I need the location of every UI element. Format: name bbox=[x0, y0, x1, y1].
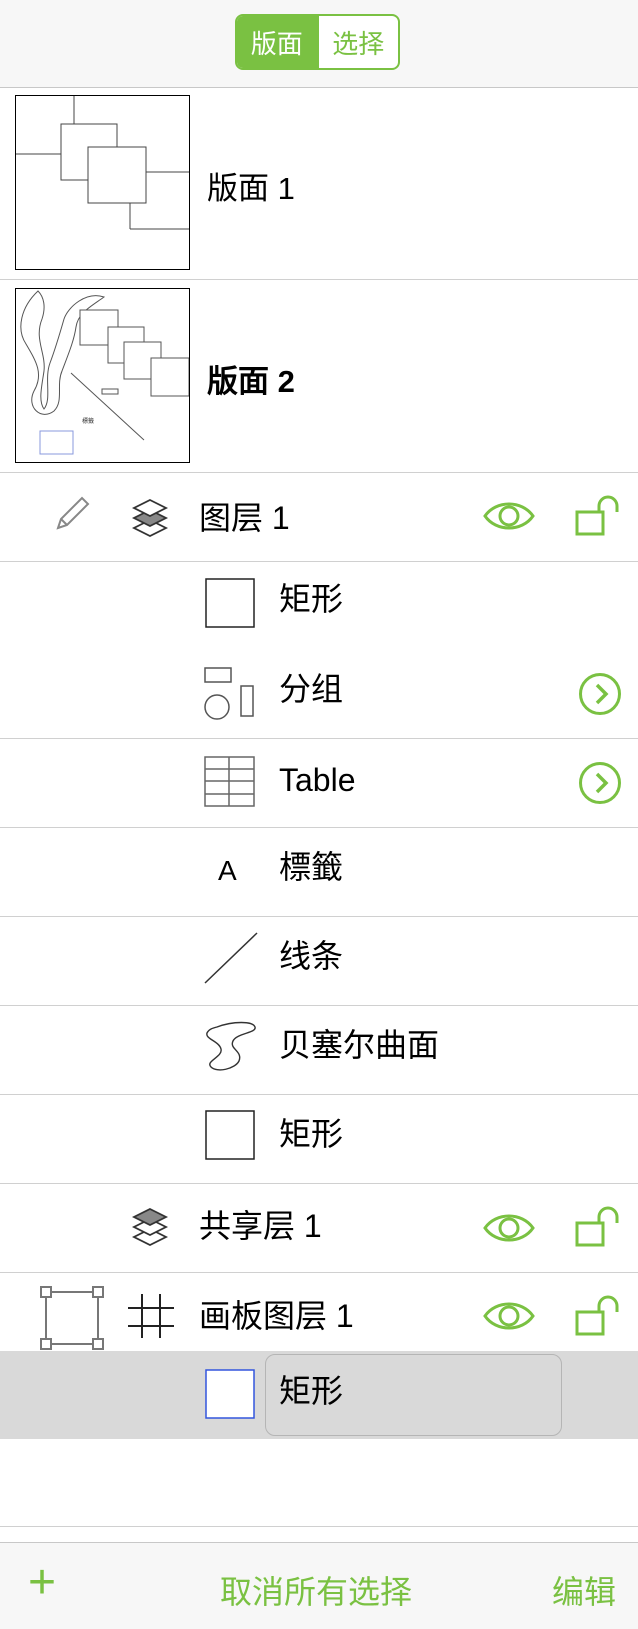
graphic-row-rectangle[interactable]: 矩形 bbox=[0, 1096, 638, 1184]
rectangle-shape-icon bbox=[205, 1110, 255, 1160]
eye-icon[interactable] bbox=[482, 496, 536, 536]
pencil-icon[interactable] bbox=[52, 494, 92, 534]
graphic-label: 標籤 bbox=[279, 849, 344, 885]
thumbnail-label-text: 標籤 bbox=[82, 417, 94, 425]
layer-name: 共享层 1 bbox=[199, 1208, 322, 1244]
layer-name: 图层 1 bbox=[199, 500, 290, 536]
graphic-label: 分组 bbox=[279, 671, 344, 707]
graphic-row-bezier[interactable]: 贝塞尔曲面 bbox=[0, 1007, 638, 1095]
disclosure-chevron-icon[interactable] bbox=[579, 762, 621, 804]
edit-button[interactable]: 编辑 bbox=[552, 1567, 616, 1613]
artboard-layer-row[interactable]: 画板图层 1 bbox=[0, 1274, 638, 1361]
graphic-label: 线条 bbox=[279, 938, 344, 974]
group-shapes-icon bbox=[204, 667, 254, 720]
shared-layer-row[interactable]: 共享层 1 bbox=[0, 1185, 638, 1273]
artboard-icon[interactable] bbox=[40, 1286, 104, 1350]
canvas-row-1[interactable]: 版面 1 bbox=[0, 88, 638, 280]
eye-icon[interactable] bbox=[482, 1296, 536, 1336]
layer-name: 画板图层 1 bbox=[199, 1298, 354, 1334]
graphic-row-table[interactable]: Table bbox=[0, 740, 638, 828]
line-shape-icon bbox=[204, 932, 258, 984]
bottom-toolbar: + 取消所有选择 编辑 bbox=[0, 1542, 638, 1629]
canvas-thumbnail-2: 標籤 bbox=[15, 288, 190, 463]
layer-row[interactable]: 图层 1 bbox=[0, 474, 638, 562]
unlocked-icon[interactable] bbox=[575, 1294, 621, 1338]
canvas-thumbnail-1 bbox=[15, 95, 190, 270]
list-divider bbox=[0, 1526, 638, 1527]
graphic-row-label[interactable]: A 標籤 bbox=[0, 829, 638, 917]
canvas-row-2[interactable]: 標籤 版面 2 bbox=[0, 281, 638, 473]
table-icon bbox=[204, 756, 255, 807]
rectangle-shape-icon bbox=[205, 1369, 255, 1419]
graphic-label: 矩形 bbox=[279, 1373, 344, 1409]
graphic-label: 矩形 bbox=[279, 1116, 344, 1152]
crop-marks-icon bbox=[128, 1294, 174, 1338]
canvas-label-1: 版面 1 bbox=[207, 171, 295, 206]
graphic-row-group[interactable]: 分组 bbox=[0, 651, 638, 739]
graphic-row-rectangle[interactable]: 矩形 bbox=[0, 563, 638, 651]
graphic-label: 贝塞尔曲面 bbox=[279, 1027, 440, 1063]
graphic-label: Table bbox=[279, 762, 356, 798]
bezier-shape-icon bbox=[206, 1021, 256, 1071]
add-button[interactable]: + bbox=[28, 1555, 56, 1610]
eye-icon[interactable] bbox=[482, 1208, 536, 1248]
deselect-all-button[interactable]: 取消所有选择 bbox=[220, 1567, 412, 1613]
unlocked-icon[interactable] bbox=[575, 494, 621, 538]
text-label-icon: A bbox=[218, 855, 237, 886]
segment-canvases[interactable]: 版面 bbox=[237, 16, 317, 68]
disclosure-chevron-icon[interactable] bbox=[579, 673, 621, 715]
segment-selection[interactable]: 选择 bbox=[316, 16, 399, 68]
selected-graphic-row[interactable]: 矩形 bbox=[0, 1351, 638, 1439]
graphic-label: 矩形 bbox=[279, 581, 344, 617]
canvas-label-2: 版面 2 bbox=[207, 364, 295, 399]
rectangle-shape-icon bbox=[205, 578, 255, 628]
shared-layers-icon bbox=[131, 1207, 169, 1247]
top-toolbar: 版面 选择 bbox=[0, 0, 638, 88]
unlocked-icon[interactable] bbox=[575, 1205, 621, 1249]
graphic-row-line[interactable]: 线条 bbox=[0, 918, 638, 1006]
view-mode-segmented-control[interactable]: 版面 选择 bbox=[235, 14, 400, 70]
layers-icon bbox=[131, 498, 169, 538]
